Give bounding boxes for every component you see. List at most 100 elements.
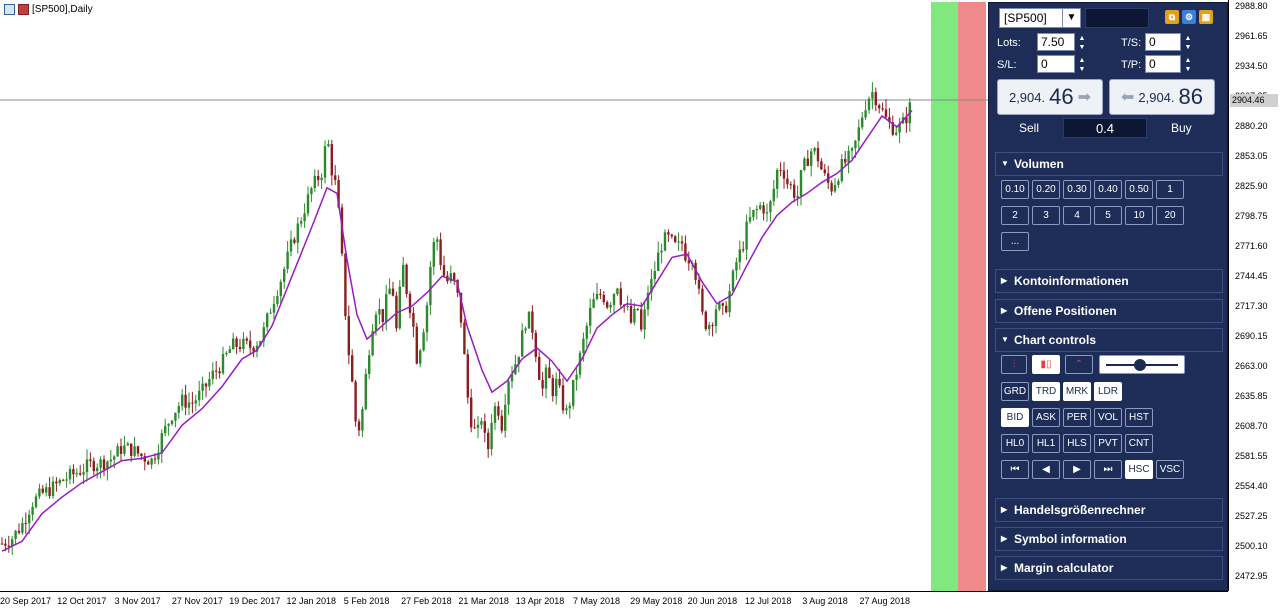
volume-button[interactable]: 4: [1063, 206, 1091, 225]
candle-body: [473, 427, 476, 429]
copy-icon[interactable]: ⧉: [1165, 10, 1179, 24]
time-tick-label: 3 Nov 2017: [114, 596, 161, 606]
triangle-right-icon: ▶: [1001, 563, 1008, 572]
chart-control-button[interactable]: ASK: [1032, 408, 1060, 427]
candle-body: [837, 180, 840, 185]
candle-body: [38, 488, 41, 497]
chart-control-button[interactable]: GRD: [1001, 382, 1029, 401]
chart-control-button[interactable]: HL0: [1001, 434, 1029, 453]
grid-icon[interactable]: ▦: [1199, 10, 1213, 24]
chart-control-button[interactable]: VSC: [1156, 460, 1184, 479]
candle-body: [174, 412, 177, 421]
volume-button[interactable]: 0.20: [1032, 180, 1060, 199]
lots-stepper[interactable]: ▲ ▼: [1076, 34, 1088, 52]
candle-body: [748, 217, 752, 222]
candle-body: [575, 374, 578, 380]
volume-button[interactable]: 0.50: [1125, 180, 1153, 199]
zoom-slider[interactable]: [1099, 355, 1185, 374]
spread-value: 0.4: [1063, 118, 1147, 138]
chart-control-button[interactable]: ▶: [1063, 460, 1091, 479]
candle-body: [714, 309, 718, 327]
candle-body: [313, 176, 316, 189]
triangle-right-icon: ▶: [1001, 534, 1008, 543]
candle-body: [126, 443, 129, 446]
section-handelsgroessenrechner[interactable]: ▶ Handelsgrößenrechner: [995, 498, 1223, 522]
buy-button[interactable]: ⬅ 2,904. 86: [1109, 79, 1215, 115]
volume-button[interactable]: 0.30: [1063, 180, 1091, 199]
ts-input[interactable]: 0 ▲ ▼: [1145, 33, 1191, 51]
chart-control-button[interactable]: PER: [1063, 408, 1091, 427]
section-kontoinformationen[interactable]: ▶ Kontoinformationen: [995, 269, 1223, 293]
volume-button[interactable]: 3: [1032, 206, 1060, 225]
candle-body: [799, 170, 803, 196]
candle-body: [58, 479, 61, 484]
candle-body: [293, 239, 296, 243]
chart-control-button[interactable]: LDR: [1094, 382, 1122, 401]
chart-control-button[interactable]: HLS: [1063, 434, 1091, 453]
chart-control-button[interactable]: PVT: [1094, 434, 1122, 453]
gear-icon[interactable]: ⚙: [1182, 10, 1196, 24]
candle-body: [425, 305, 429, 333]
section-symbol-information[interactable]: ▶ Symbol information: [995, 527, 1223, 551]
section-chart-controls[interactable]: ▼ Chart controls: [995, 328, 1223, 352]
chart-control-button[interactable]: CNT: [1125, 434, 1153, 453]
chart-control-button[interactable]: VOL: [1094, 408, 1122, 427]
candle-chart-mode-button[interactable]: ▮▯: [1032, 355, 1060, 374]
candle-body: [351, 355, 354, 382]
time-axis: 20 Sep 2017 12 Oct 2017 3 Nov 2017 27 Nov 2…: [0, 591, 1228, 611]
buy-label: Buy: [1171, 121, 1192, 135]
candle-body: [660, 250, 663, 253]
candle-body: [31, 506, 34, 515]
section-volumen[interactable]: ▼ Volumen: [995, 152, 1223, 176]
chart-control-button[interactable]: TRD: [1032, 382, 1060, 401]
chart-title-bar: [SP500],Daily: [4, 4, 93, 15]
tp-input[interactable]: 0 ▲ ▼: [1145, 55, 1191, 73]
line-chart-mode-button[interactable]: ⌃: [1065, 355, 1093, 374]
candle-body: [629, 306, 633, 323]
section-offene-positionen[interactable]: ▶ Offene Positionen: [995, 299, 1223, 323]
candle-body: [674, 236, 677, 242]
symbol-select[interactable]: [SP500] ▼: [999, 8, 1081, 28]
volume-button[interactable]: ...: [1001, 232, 1029, 251]
chart-control-button[interactable]: BID: [1001, 408, 1029, 427]
volume-button[interactable]: 0.10: [1001, 180, 1029, 199]
signal-band-0: [931, 2, 958, 591]
chart-control-button[interactable]: ⏭: [1094, 460, 1122, 479]
candle-body: [119, 446, 123, 454]
ts-stepper[interactable]: ▲ ▼: [1182, 34, 1194, 52]
candle-body: [677, 241, 680, 243]
chart-control-button[interactable]: HST: [1125, 408, 1153, 427]
section-margin-calculator[interactable]: ▶ Margin calculator: [995, 556, 1223, 580]
bar-chart-mode-button[interactable]: ⫶: [1001, 355, 1027, 374]
candle-body: [289, 239, 293, 252]
price-tick-label: 2527.25: [1235, 510, 1268, 521]
symbol-search-input[interactable]: [1085, 8, 1149, 28]
volume-button[interactable]: 2: [1001, 206, 1029, 225]
candle-body: [572, 379, 575, 406]
volume-button[interactable]: 0.40: [1094, 180, 1122, 199]
sl-input[interactable]: 0 ▲ ▼: [1037, 55, 1085, 73]
candle-body: [147, 461, 150, 465]
chart-control-button[interactable]: MRK: [1063, 382, 1091, 401]
candle-body: [439, 239, 442, 266]
chevron-down-icon[interactable]: ▼: [1062, 9, 1080, 27]
sell-button[interactable]: 2,904. 46 ➡: [997, 79, 1103, 115]
volume-button[interactable]: 20: [1156, 206, 1184, 225]
candle-body: [89, 459, 92, 462]
chart-control-button[interactable]: ◀: [1032, 460, 1060, 479]
lots-input[interactable]: 7.50 ▲ ▼: [1037, 33, 1085, 51]
candle-body: [48, 487, 51, 497]
sell-price-big: 46: [1049, 84, 1074, 109]
volume-button[interactable]: 10: [1125, 206, 1153, 225]
chart-control-button[interactable]: ⏮: [1001, 460, 1029, 479]
chart-control-button[interactable]: HSC: [1125, 460, 1153, 479]
sl-stepper[interactable]: ▲ ▼: [1076, 56, 1088, 74]
candle-body: [218, 371, 221, 374]
slider-handle[interactable]: [1133, 359, 1146, 371]
candle-body: [405, 264, 408, 295]
candle-body: [432, 241, 435, 267]
volume-button[interactable]: 1: [1156, 180, 1184, 199]
volume-button[interactable]: 5: [1094, 206, 1122, 225]
tp-stepper[interactable]: ▲ ▼: [1182, 56, 1194, 74]
chart-control-button[interactable]: HL1: [1032, 434, 1060, 453]
